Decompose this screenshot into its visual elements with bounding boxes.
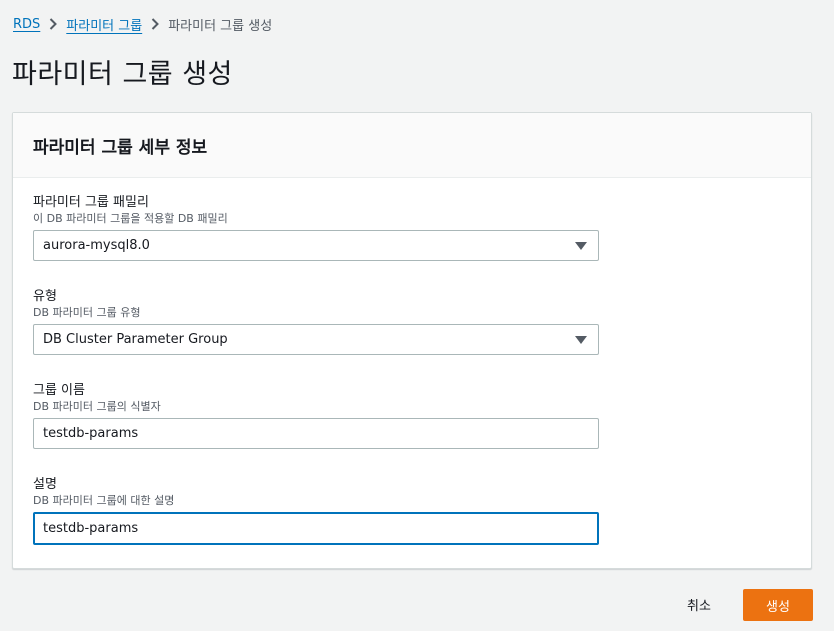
- panel-title: 파라미터 그룹 세부 정보: [33, 137, 208, 158]
- breadcrumb-item-rds[interactable]: RDS: [13, 17, 40, 32]
- cancel-button[interactable]: 취소: [669, 588, 729, 620]
- caret-down-icon: [575, 241, 587, 250]
- type-select[interactable]: DB Cluster Parameter Group: [33, 324, 599, 355]
- create-button[interactable]: 생성: [743, 589, 813, 621]
- description-description: DB 파라미터 그룹에 대한 설명: [33, 494, 175, 507]
- description-field: 설명 DB 파라미터 그룹에 대한 설명 testdb-params: [33, 476, 599, 545]
- description-input[interactable]: testdb-params: [33, 512, 599, 545]
- type-label: 유형: [33, 289, 57, 304]
- family-select[interactable]: aurora-mysql8.0: [33, 230, 599, 261]
- group-name-input[interactable]: testdb-params: [33, 418, 599, 449]
- chevron-right-icon: [49, 18, 58, 30]
- panel-header: 파라미터 그룹 세부 정보: [13, 113, 811, 178]
- chevron-right-icon: [151, 18, 160, 30]
- group-name-description: DB 파라미터 그룹의 식별자: [33, 400, 161, 413]
- breadcrumb: RDS 파라미터 그룹 파라미터 그룹 생성: [13, 14, 272, 34]
- family-field: 파라미터 그룹 패밀리 이 DB 파라미터 그룹을 적용할 DB 패밀리 aur…: [33, 194, 599, 261]
- group-name-input-value: testdb-params: [43, 426, 139, 441]
- group-name-label: 그룹 이름: [33, 383, 85, 398]
- family-select-value: aurora-mysql8.0: [43, 238, 150, 253]
- description-input-value: testdb-params: [43, 521, 139, 536]
- family-label: 파라미터 그룹 패밀리: [33, 195, 149, 210]
- group-name-field: 그룹 이름 DB 파라미터 그룹의 식별자 testdb-params: [33, 382, 599, 449]
- type-select-value: DB Cluster Parameter Group: [43, 332, 228, 347]
- type-description: DB 파라미터 그룹 유형: [33, 306, 141, 319]
- parameter-group-details-panel: 파라미터 그룹 세부 정보 파라미터 그룹 패밀리 이 DB 파라미터 그룹을 …: [12, 112, 812, 569]
- description-label: 설명: [33, 477, 57, 492]
- page-title: 파라미터 그룹 생성: [12, 59, 233, 90]
- breadcrumb-item-parameter-groups[interactable]: 파라미터 그룹: [66, 15, 142, 34]
- type-field: 유형 DB 파라미터 그룹 유형 DB Cluster Parameter Gr…: [33, 288, 599, 355]
- family-description: 이 DB 파라미터 그룹을 적용할 DB 패밀리: [33, 212, 228, 225]
- caret-down-icon: [575, 335, 587, 344]
- breadcrumb-item-current: 파라미터 그룹 생성: [168, 18, 273, 34]
